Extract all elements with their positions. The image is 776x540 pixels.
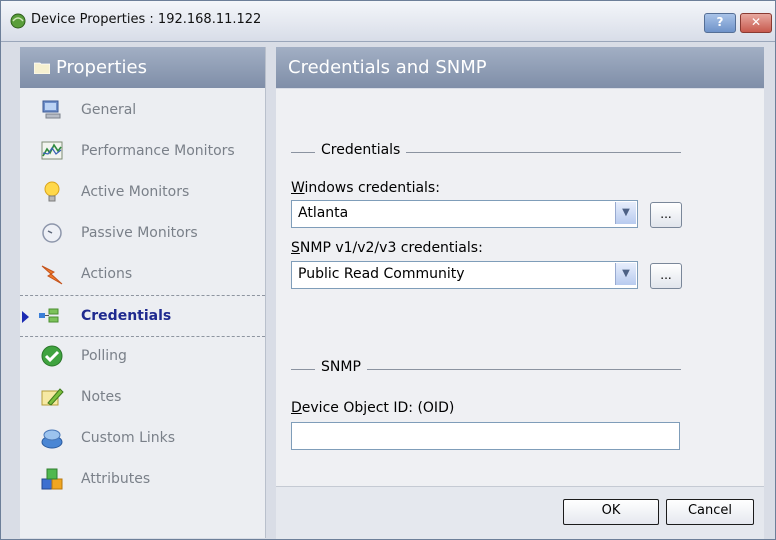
snmp-group-label: SNMP [315, 359, 367, 375]
pencil-icon [41, 388, 64, 406]
chevron-down-icon[interactable]: ▼ [615, 263, 636, 285]
sidebar-item-custom-links[interactable]: Custom Links [20, 418, 265, 458]
snmp-credentials-label: SNMP v1/v2/v3 credentials: [291, 240, 483, 256]
sidebar-item-label: Polling [81, 348, 127, 364]
sidebar-item-active-monitors[interactable]: Active Monitors [20, 172, 265, 212]
windows-credentials-label: Windows credentials: [291, 180, 440, 196]
window-title: Device Properties : 192.168.11.122 [31, 12, 262, 27]
panel-title: Credentials and SNMP [288, 57, 487, 78]
sidebar-item-label: Actions [81, 266, 133, 282]
hotkey-letter: W [291, 180, 305, 196]
windows-credentials-value: Atlanta [298, 205, 349, 221]
sidebar-item-label: Notes [81, 389, 122, 405]
snmp-credentials-browse-button[interactable]: ... [650, 263, 682, 289]
sidebar-item-credentials[interactable]: Credentials [20, 295, 265, 337]
sidebar-item-label: Active Monitors [81, 184, 190, 200]
cancel-button[interactable]: Cancel [666, 499, 754, 525]
sidebar-item-general[interactable]: General [20, 90, 265, 130]
windows-credentials-browse-button[interactable]: ... [650, 202, 682, 228]
selected-arrow-icon [22, 311, 29, 323]
credentials-icon [39, 308, 59, 323]
snmp-credentials-value: Public Read Community [298, 266, 465, 282]
sidebar-item-actions[interactable]: Actions [20, 254, 265, 294]
lightning-icon [41, 265, 63, 285]
app-globe-icon [10, 13, 26, 29]
properties-sidebar: Properties General Performance Monitors … [20, 47, 266, 538]
sidebar-item-label: Custom Links [81, 430, 176, 446]
sidebar-item-label: Performance Monitors [81, 143, 235, 159]
label-text: NMP v1/v2/v3 credentials: [299, 240, 483, 256]
sidebar-title: Properties [56, 57, 147, 78]
folder-icon [34, 62, 50, 74]
check-icon [41, 345, 63, 367]
snmp-credentials-select[interactable]: Public Read Community ▼ [291, 261, 638, 289]
lightbulb-icon [44, 181, 60, 202]
panel-header: Credentials and SNMP [276, 47, 764, 88]
ok-button[interactable]: OK [563, 499, 659, 525]
dialog-footer: OK Cancel [276, 486, 764, 539]
hotkey-letter: S [291, 240, 300, 256]
sidebar-item-label: Credentials [81, 308, 172, 324]
sidebar-item-polling[interactable]: Polling [20, 336, 265, 376]
hotkey-letter: D [291, 400, 302, 416]
sidebar-item-notes[interactable]: Notes [20, 377, 265, 417]
sidebar-item-label: Attributes [81, 471, 151, 487]
links-icon [41, 429, 63, 449]
credentials-group-label: Credentials [315, 142, 407, 158]
help-button[interactable]: ? [704, 13, 736, 33]
gauge-icon [42, 223, 62, 243]
label-text: evice Object ID: (OID) [301, 400, 455, 416]
sidebar-header: Properties [20, 47, 265, 88]
windows-credentials-select[interactable]: Atlanta ▼ [291, 200, 638, 228]
label-text: indows credentials: [304, 180, 440, 196]
computer-icon [42, 100, 61, 119]
sidebar-item-attributes[interactable]: Attributes [20, 459, 265, 499]
chart-icon [41, 141, 63, 160]
chevron-down-icon[interactable]: ▼ [615, 202, 636, 224]
close-button[interactable]: ✕ [740, 13, 772, 33]
sidebar-item-passive-monitors[interactable]: Passive Monitors [20, 213, 265, 253]
sidebar-item-label: General [81, 102, 137, 118]
title-bar[interactable]: Device Properties : 192.168.11.122 ? ✕ [1, 1, 775, 42]
sidebar-item-label: Passive Monitors [81, 225, 198, 241]
sidebar-item-performance-monitors[interactable]: Performance Monitors [20, 131, 265, 171]
oid-input[interactable] [291, 422, 680, 450]
oid-label: Device Object ID: (OID) [291, 400, 454, 416]
blocks-icon [41, 468, 63, 490]
